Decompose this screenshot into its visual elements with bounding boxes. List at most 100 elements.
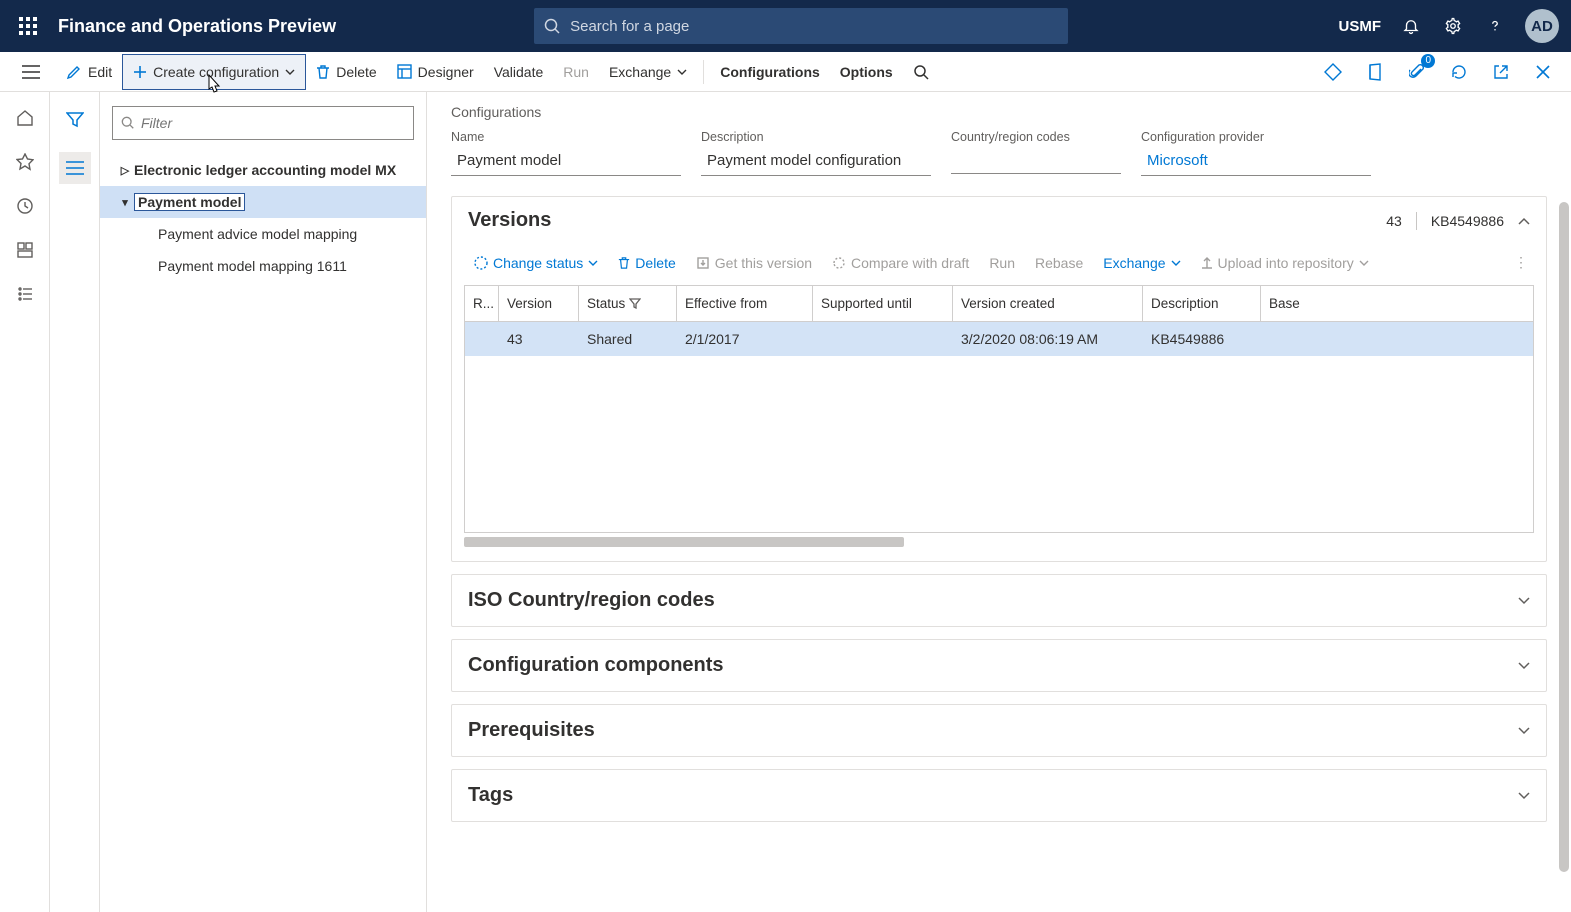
field-value[interactable]: Payment model (451, 148, 681, 176)
tree-item-payment-model[interactable]: ▾ Payment model (100, 186, 426, 218)
change-status-label: Change status (493, 255, 583, 271)
star-icon[interactable] (13, 150, 37, 174)
search-icon (544, 18, 560, 34)
refresh-icon[interactable] (1443, 56, 1475, 88)
chevron-down-icon (1518, 597, 1530, 605)
trash-icon (316, 64, 330, 80)
app-launcher-icon[interactable] (12, 10, 44, 42)
field-provider: Configuration provider Microsoft (1141, 130, 1371, 176)
prereq-header[interactable]: Prerequisites (452, 705, 1546, 756)
office-icon[interactable] (1359, 56, 1391, 88)
hamburger-icon[interactable] (22, 65, 40, 79)
bell-icon[interactable] (1399, 14, 1423, 38)
designer-label: Designer (418, 64, 474, 80)
chevron-down-icon (1518, 727, 1530, 735)
version-run-label: Run (989, 255, 1015, 271)
col-version[interactable]: Version (499, 286, 579, 321)
chevron-down-icon (1518, 792, 1530, 800)
tree-item-payment-advice[interactable]: Payment advice model mapping (112, 218, 414, 250)
run-button: Run (553, 54, 599, 90)
version-exchange-button[interactable]: Exchange (1097, 251, 1186, 275)
modules-icon[interactable] (13, 282, 37, 306)
download-icon (696, 256, 710, 270)
create-label: Create configuration (153, 64, 279, 80)
search-input[interactable] (570, 18, 1058, 35)
exchange-button[interactable]: Exchange (599, 54, 697, 90)
home-icon[interactable] (13, 106, 37, 130)
vertical-scrollbar[interactable] (1559, 202, 1569, 882)
field-value[interactable]: Microsoft (1141, 148, 1371, 176)
col-description[interactable]: Description (1143, 286, 1261, 321)
create-configuration-button[interactable]: Create configuration (122, 54, 306, 90)
close-icon[interactable] (1527, 56, 1559, 88)
diamond-icon[interactable] (1317, 56, 1349, 88)
tags-header[interactable]: Tags (452, 770, 1546, 821)
compare-icon (832, 256, 846, 270)
delete-label: Delete (336, 64, 376, 80)
versions-kb: KB4549886 (1431, 213, 1504, 229)
search-icon (121, 116, 135, 130)
options-tab[interactable]: Options (830, 54, 903, 90)
tree-item-payment-mapping-1611[interactable]: Payment model mapping 1611 (112, 250, 414, 282)
separator (703, 60, 704, 84)
pencil-icon (66, 64, 82, 80)
designer-icon (397, 64, 412, 79)
col-base[interactable]: Base (1261, 286, 1533, 321)
versions-count: 43 (1386, 213, 1402, 229)
workspace-icon[interactable] (13, 238, 37, 262)
command-search-button[interactable] (903, 54, 939, 90)
designer-button[interactable]: Designer (387, 54, 484, 90)
configurations-tab[interactable]: Configurations (710, 54, 830, 90)
cell-supported (813, 333, 953, 345)
clock-icon[interactable] (13, 194, 37, 218)
edit-button[interactable]: Edit (56, 54, 122, 90)
col-status-label: Status (587, 296, 625, 311)
tags-section: Tags (451, 769, 1547, 822)
change-status-button[interactable]: Change status (468, 251, 604, 275)
help-icon[interactable] (1483, 14, 1507, 38)
col-r[interactable]: R... (465, 286, 499, 321)
table-row[interactable]: 43 Shared 2/1/2017 3/2/2020 08:06:19 AM … (465, 322, 1533, 356)
attach-icon[interactable]: 0 (1401, 56, 1433, 88)
filter-icon[interactable] (59, 104, 91, 136)
iso-section: ISO Country/region codes (451, 574, 1547, 627)
attach-badge: 0 (1421, 54, 1435, 68)
get-version-button: Get this version (690, 251, 818, 275)
tree-filter-input[interactable] (141, 115, 405, 131)
gear-icon[interactable] (1441, 14, 1465, 38)
col-status[interactable]: Status (579, 286, 677, 321)
tree-filter[interactable] (112, 106, 414, 140)
field-name: Name Payment model (451, 130, 681, 176)
get-version-label: Get this version (715, 255, 812, 271)
delete-button[interactable]: Delete (306, 54, 386, 90)
tree-toolbar-strip (50, 92, 100, 912)
col-created[interactable]: Version created (953, 286, 1143, 321)
app-title: Finance and Operations Preview (58, 16, 336, 37)
versions-header[interactable]: Versions 43 KB4549886 (452, 197, 1546, 244)
col-supported[interactable]: Supported until (813, 286, 953, 321)
version-delete-button[interactable]: Delete (612, 251, 681, 275)
iso-header[interactable]: ISO Country/region codes (452, 575, 1546, 626)
global-search[interactable] (534, 8, 1068, 44)
field-label: Description (701, 130, 931, 144)
list-view-icon[interactable] (59, 152, 91, 184)
search-icon (913, 64, 929, 80)
field-value[interactable]: Payment model configuration (701, 148, 931, 176)
prereq-section: Prerequisites (451, 704, 1547, 757)
more-button[interactable]: ⋮ (1508, 250, 1534, 275)
field-label: Name (451, 130, 681, 144)
field-value[interactable] (951, 148, 1121, 174)
horizontal-scrollbar[interactable] (464, 535, 1534, 549)
caret-down-icon: ▾ (116, 196, 134, 209)
tree-item-label: Electronic ledger accounting model MX (134, 162, 396, 178)
col-effective[interactable]: Effective from (677, 286, 813, 321)
components-header[interactable]: Configuration components (452, 640, 1546, 691)
company-label[interactable]: USMF (1339, 18, 1382, 35)
validate-button[interactable]: Validate (484, 54, 554, 90)
avatar[interactable]: AD (1525, 9, 1559, 43)
tree-item-electronic-ledger[interactable]: ▷ Electronic ledger accounting model MX (112, 154, 414, 186)
cell-status: Shared (579, 325, 677, 353)
tree-item-label: Payment model mapping 1611 (158, 258, 347, 274)
versions-grid: R... Version Status Effective from Suppo… (464, 285, 1534, 533)
popout-icon[interactable] (1485, 56, 1517, 88)
